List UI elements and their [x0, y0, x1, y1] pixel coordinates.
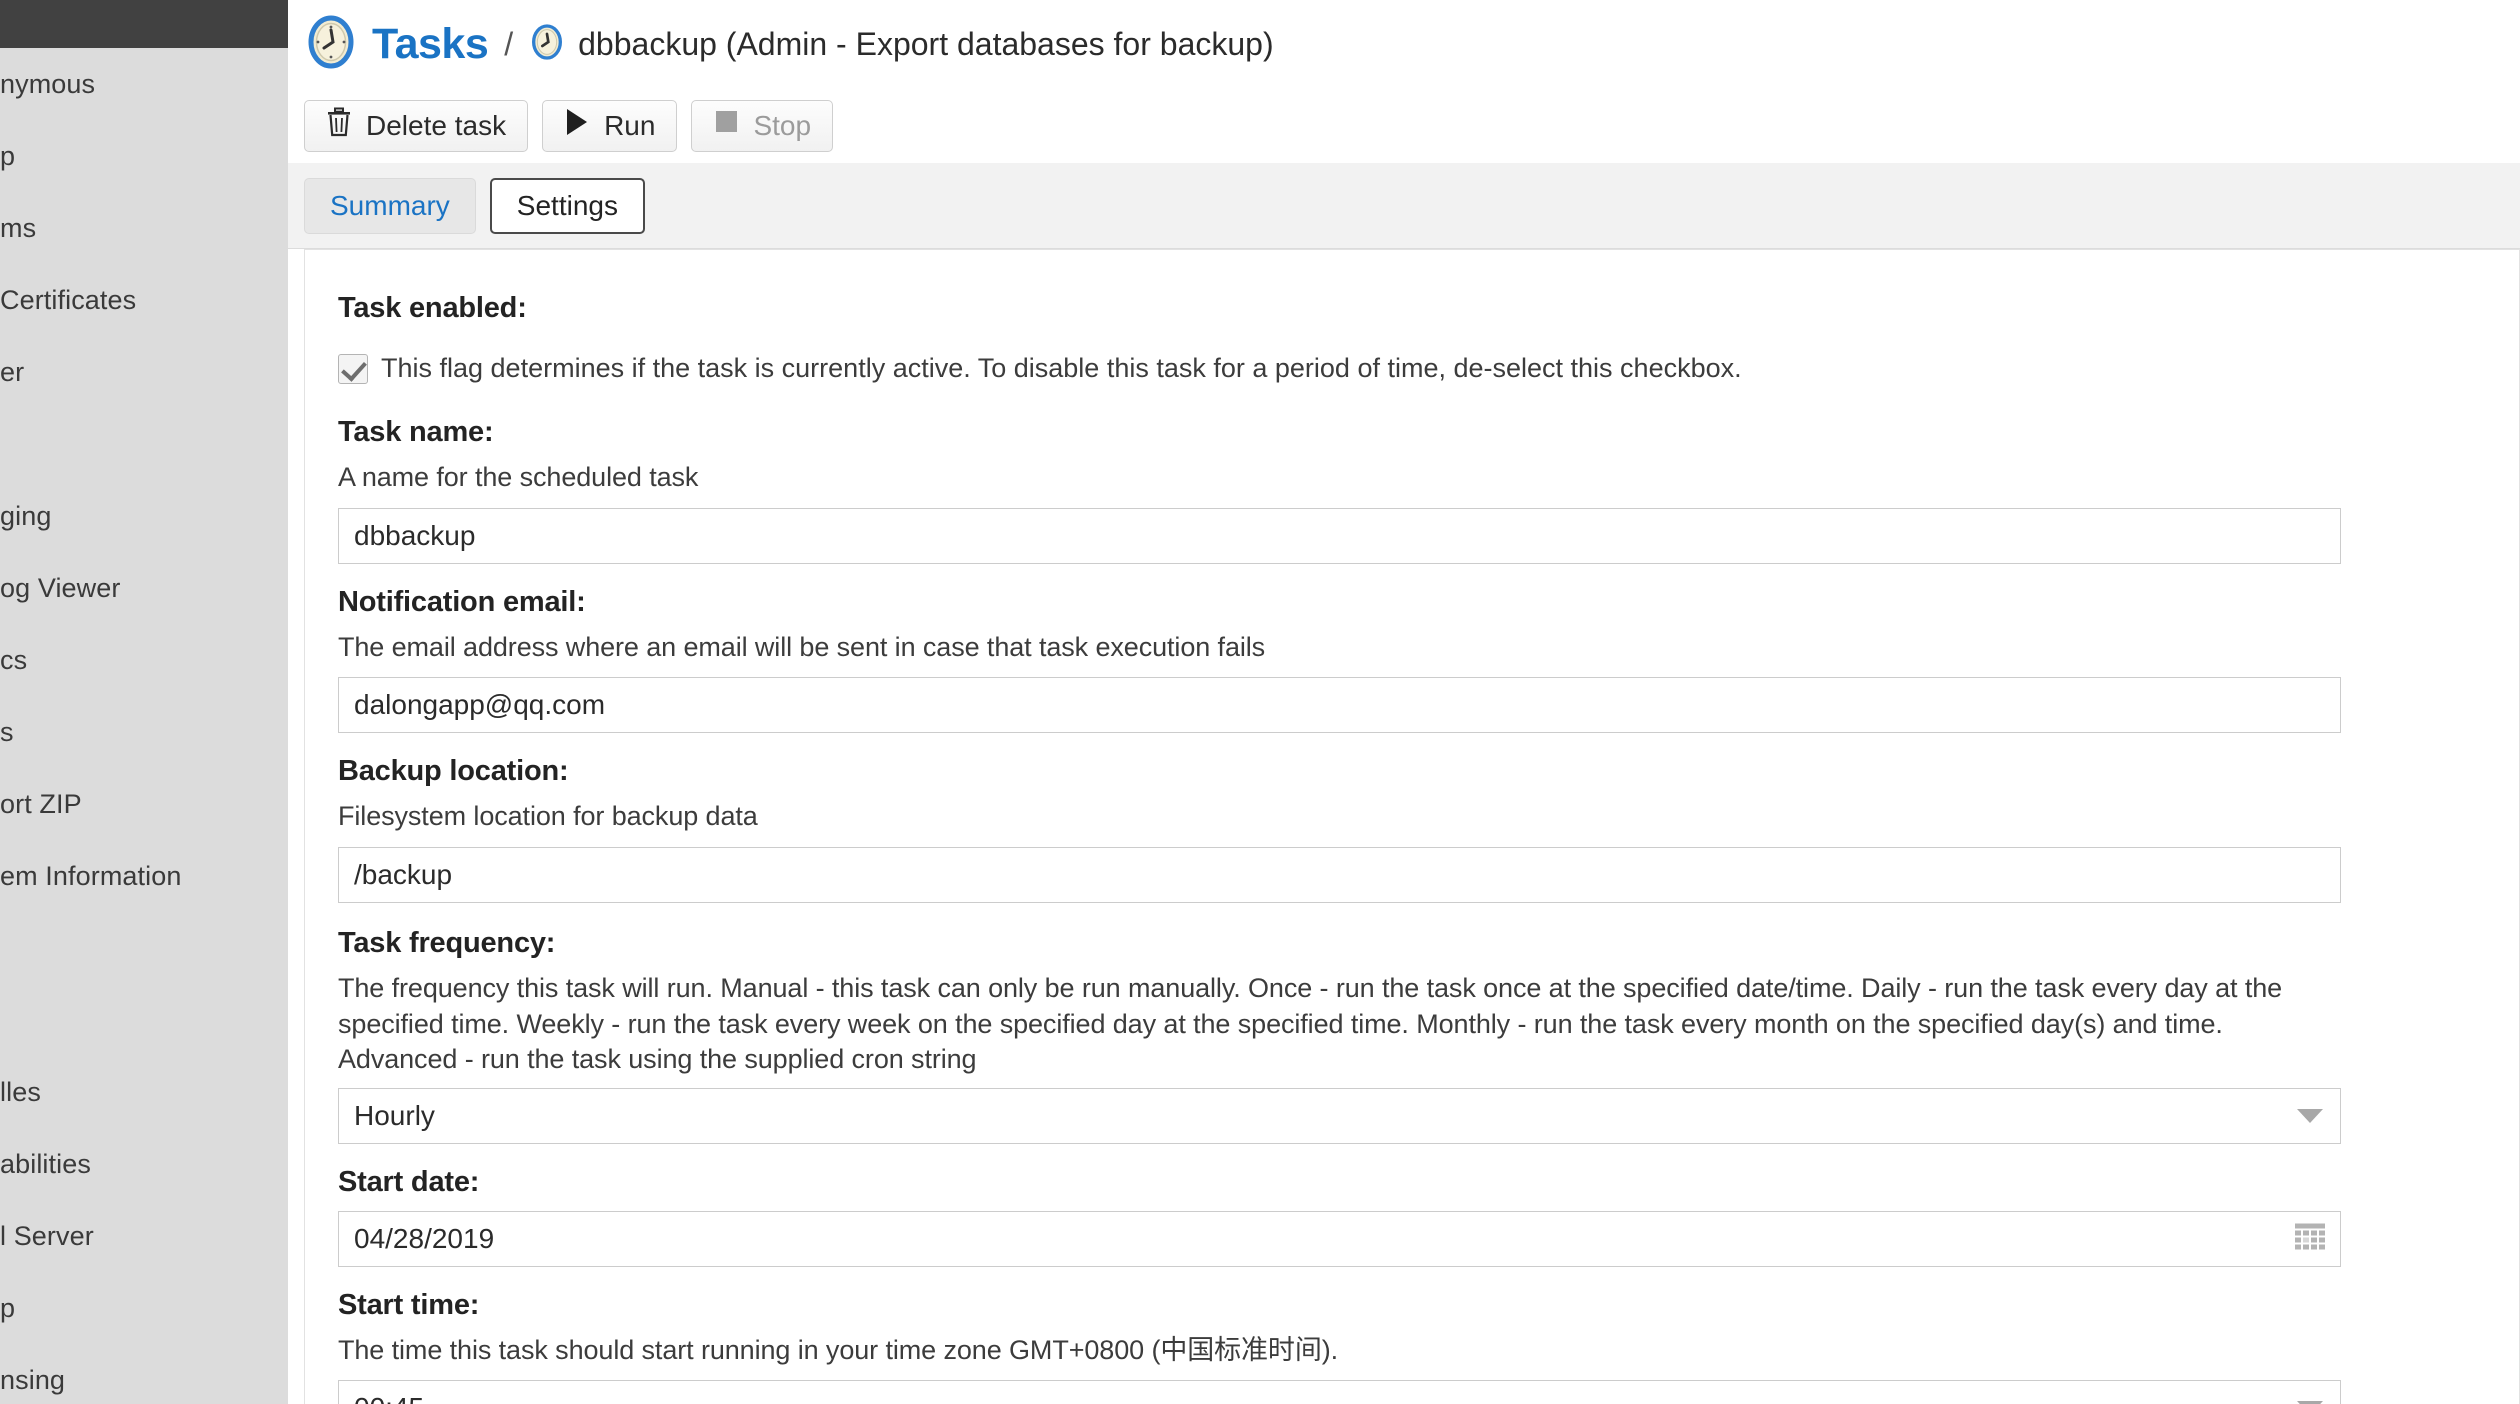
calendar-icon[interactable]	[2293, 1221, 2327, 1256]
task-frequency-description: The frequency this task will run. Manual…	[338, 972, 2283, 1075]
task-enabled-row[interactable]: This flag determines if the task is curr…	[338, 353, 2519, 384]
field-task-name: Task name: A name for the scheduled task…	[305, 384, 2519, 564]
task-frequency-label: Task frequency:	[338, 926, 556, 959]
delete-task-label: Delete task	[366, 109, 507, 141]
start-date-field[interactable]: 04/28/2019	[338, 1210, 2341, 1267]
stop-task-label: Stop	[753, 109, 812, 141]
tab-bar: Summary Settings	[288, 163, 2520, 249]
tab-summary[interactable]: Summary	[304, 177, 476, 234]
run-task-label: Run	[604, 109, 656, 141]
task-name-value: dbbackup	[354, 519, 476, 551]
clock-icon	[529, 23, 565, 65]
breadcrumb-current-item: dbbackup (Admin - Export databases for b…	[578, 25, 1274, 62]
main-content: Tasks / dbbackup (Admin - Export databas…	[288, 0, 2520, 1404]
field-task-frequency: Task frequency: The frequency this task …	[305, 903, 2519, 1144]
task-frequency-select[interactable]: Hourly	[338, 1087, 2341, 1144]
sidebar-nav-list: nymous p ms Certificates er ging og View…	[0, 48, 288, 1404]
sidebar-item[interactable]: nymous	[0, 48, 288, 120]
start-date-value: 04/28/2019	[354, 1222, 495, 1254]
trash-icon	[326, 107, 352, 144]
backup-location-label: Backup location:	[338, 755, 569, 788]
sidebar-topbar	[0, 0, 288, 48]
sidebar-item[interactable]	[0, 912, 288, 984]
sidebar-item[interactable]: p	[0, 120, 288, 192]
task-frequency-value: Hourly	[354, 1099, 435, 1131]
start-date-label: Start date:	[338, 1165, 480, 1198]
sidebar-item[interactable]: p	[0, 1272, 288, 1344]
sidebar-item[interactable]: ging	[0, 480, 288, 552]
start-time-select[interactable]: 00:45	[338, 1380, 2341, 1404]
tab-settings-label: Settings	[516, 189, 618, 221]
app-root: nymous p ms Certificates er ging og View…	[0, 0, 2520, 1404]
sidebar-item[interactable]: abilities	[0, 1128, 288, 1200]
sidebar-item[interactable]: er	[0, 336, 288, 408]
field-start-date: Start date: 04/28/2019	[305, 1144, 2519, 1267]
breadcrumb: Tasks / dbbackup (Admin - Export databas…	[288, 0, 2520, 88]
clock-icon	[304, 15, 358, 74]
backup-location-value: /backup	[354, 858, 453, 890]
settings-panel: Task enabled: This flag determines if th…	[304, 249, 2520, 1404]
field-task-enabled: Task enabled: This flag determines if th…	[305, 250, 2519, 384]
start-time-label: Start time:	[338, 1288, 480, 1321]
notification-email-label: Notification email:	[338, 585, 586, 618]
notification-email-value: dalongapp@qq.com	[354, 689, 606, 721]
sidebar-item[interactable]: lles	[0, 1056, 288, 1128]
delete-task-button[interactable]: Delete task	[304, 99, 529, 152]
sidebar-item[interactable]: nsing	[0, 1344, 288, 1404]
start-time-description: The time this task should start running …	[338, 1334, 1339, 1365]
run-task-button[interactable]: Run	[542, 99, 678, 152]
sidebar-item[interactable]	[0, 408, 288, 480]
sidebar-item[interactable]: cs	[0, 624, 288, 696]
sidebar-item[interactable]: ms	[0, 192, 288, 264]
play-icon	[564, 107, 590, 144]
stop-square-icon	[713, 107, 739, 144]
sidebar-item[interactable]	[0, 984, 288, 1056]
task-enabled-description: This flag determines if the task is curr…	[381, 353, 1742, 383]
sidebar-item[interactable]: em Information	[0, 840, 288, 912]
task-enabled-checkbox[interactable]	[338, 353, 368, 384]
notification-email-input[interactable]: dalongapp@qq.com	[338, 677, 2341, 734]
field-start-time: Start time: The time this task should st…	[305, 1267, 2519, 1404]
chevron-down-icon	[2297, 1108, 2323, 1123]
breadcrumb-separator: /	[504, 25, 514, 62]
notification-email-description: The email address where an email will be…	[338, 631, 1266, 662]
sidebar: nymous p ms Certificates er ging og View…	[0, 0, 288, 1404]
task-name-description: A name for the scheduled task	[338, 462, 699, 492]
sidebar-item[interactable]: ort ZIP	[0, 768, 288, 840]
tab-settings[interactable]: Settings	[489, 177, 645, 234]
field-backup-location: Backup location: Filesystem location for…	[305, 733, 2519, 903]
sidebar-item[interactable]: l Server	[0, 1200, 288, 1272]
sidebar-item[interactable]: Certificates	[0, 264, 288, 336]
breadcrumb-root-link[interactable]: Tasks	[372, 20, 489, 69]
field-notification-email: Notification email: The email address wh…	[305, 564, 2519, 734]
task-name-label: Task name:	[338, 416, 494, 448]
task-name-input[interactable]: dbbackup	[338, 507, 2341, 564]
backup-location-input[interactable]: /backup	[338, 846, 2341, 903]
tab-summary-label: Summary	[330, 189, 450, 221]
task-toolbar: Delete task Run Stop	[288, 88, 2520, 163]
sidebar-item[interactable]: og Viewer	[0, 552, 288, 624]
task-enabled-label: Task enabled:	[338, 292, 527, 324]
sidebar-item[interactable]: s	[0, 696, 288, 768]
start-time-value: 00:45	[354, 1381, 2340, 1404]
stop-task-button[interactable]: Stop	[691, 99, 834, 152]
backup-location-description: Filesystem location for backup data	[338, 801, 758, 832]
